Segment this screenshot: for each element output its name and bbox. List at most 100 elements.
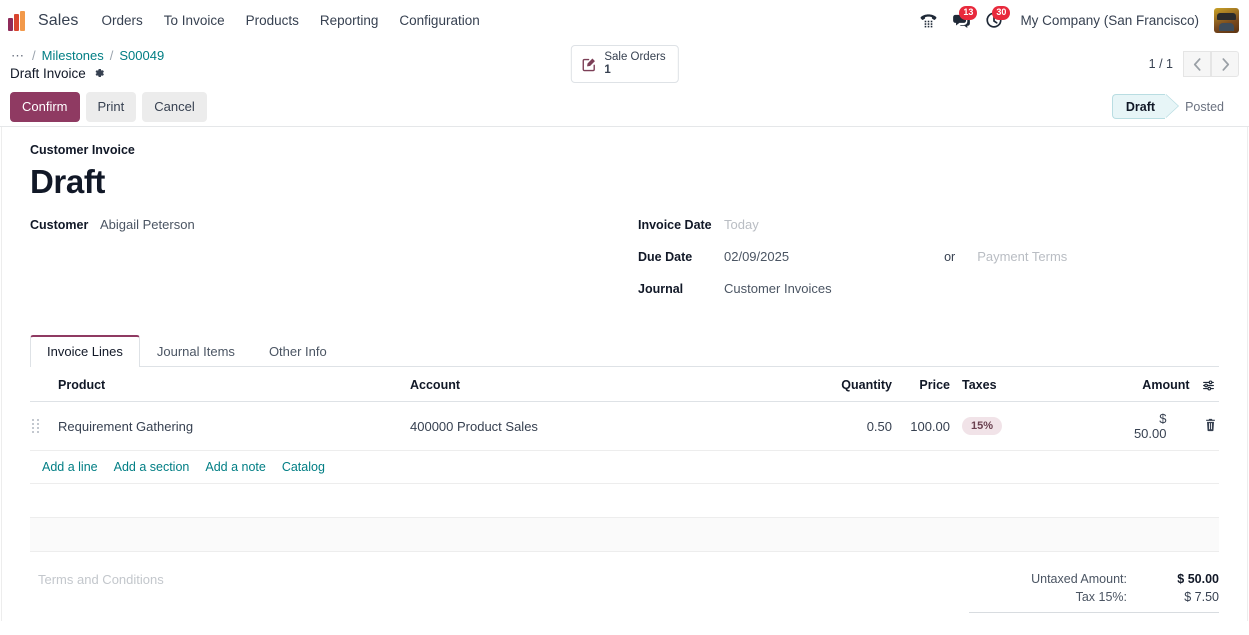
- stat-button-label: Sale Orders: [604, 51, 666, 63]
- field-value-payment-terms[interactable]: Payment Terms: [973, 249, 1067, 264]
- field-or-separator: or: [944, 250, 956, 264]
- empty-row: [30, 483, 1219, 518]
- tab-other-info[interactable]: Other Info: [252, 335, 344, 367]
- navbar-systray: 13 30 My Company (San Francisco): [913, 5, 1239, 36]
- field-label-due-date: Due Date: [638, 250, 693, 264]
- totals-value-untaxed: $ 50.00: [1177, 572, 1219, 586]
- field-invoice-date: Invoice Date Today: [638, 217, 1219, 249]
- menu-item-to-invoice[interactable]: To Invoice: [155, 8, 234, 33]
- gear-icon[interactable]: [93, 67, 105, 81]
- field-label-invoice-date: Invoice Date: [638, 218, 712, 232]
- stat-buttons: Sale Orders 1: [570, 45, 679, 84]
- field-value-invoice-date[interactable]: Today: [720, 217, 759, 232]
- field-customer: Customer Abigail Peterson: [30, 217, 630, 249]
- breadcrumb-separator: /: [109, 48, 114, 63]
- status-step-draft[interactable]: Draft: [1111, 94, 1180, 119]
- form-sheet-wrapper: Customer Invoice Draft Customer Abigail …: [0, 127, 1249, 621]
- column-header-product[interactable]: Product: [54, 367, 406, 402]
- tab-invoice-lines[interactable]: Invoice Lines: [30, 335, 140, 367]
- confirm-button[interactable]: Confirm: [10, 91, 80, 122]
- menu-item-reporting[interactable]: Reporting: [311, 8, 388, 33]
- status-bar: Draft Posted: [1111, 94, 1237, 119]
- odoo-bars-logo[interactable]: [8, 10, 30, 31]
- totals-value-total: $ 57.50: [1137, 620, 1219, 621]
- trash-icon[interactable]: [1170, 401, 1219, 451]
- totals-row-untaxed: Untaxed Amount: $ 50.00: [969, 570, 1219, 588]
- field-journal: Journal Customer Invoices: [638, 281, 1219, 313]
- add-a-note-button[interactable]: Add a note: [205, 460, 265, 474]
- totals-label-tax: Tax 15%:: [1075, 590, 1127, 604]
- menu-item-configuration[interactable]: Configuration: [390, 8, 488, 33]
- activities-clock-icon[interactable]: 30: [979, 5, 1011, 36]
- column-header-amount: Amount: [1122, 367, 1219, 402]
- pager-previous-button[interactable]: [1183, 51, 1211, 77]
- cell-amount: $ 50.00: [1122, 401, 1171, 451]
- breadcrumb: ⋯ / Milestones / S00049 Draft Invoice: [10, 47, 164, 83]
- sliders-toggle-icon[interactable]: [1202, 379, 1215, 392]
- add-line-cell: Add a line Add a section Add a note Cata…: [30, 450, 1219, 484]
- terms-and-conditions-input[interactable]: Terms and Conditions: [30, 570, 969, 621]
- totals-row-tax: Tax 15%: $ 7.50: [969, 588, 1219, 606]
- column-header-account[interactable]: Account: [406, 367, 804, 402]
- notebook: Invoice Lines Journal Items Other Info P…: [30, 335, 1219, 552]
- column-header-handle: [30, 367, 54, 402]
- menu-item-orders[interactable]: Orders: [93, 8, 152, 33]
- pager: 1 / 1: [1149, 51, 1239, 77]
- control-panel: ⋯ / Milestones / S00049 Draft Invoice Sa…: [0, 41, 1249, 127]
- table-row[interactable]: Requirement Gathering 400000 Product Sal…: [30, 401, 1219, 451]
- catalog-button[interactable]: Catalog: [282, 460, 325, 474]
- column-header-price[interactable]: Price: [896, 367, 954, 402]
- field-value-customer[interactable]: Abigail Peterson: [96, 217, 195, 232]
- field-value-due-date[interactable]: 02/09/2025: [720, 249, 789, 264]
- messages-badge: 13: [959, 5, 978, 20]
- cell-taxes[interactable]: 15%: [954, 401, 1122, 451]
- top-navbar: Sales Orders To Invoice Products Reporti…: [0, 0, 1249, 41]
- avatar[interactable]: [1214, 8, 1239, 33]
- totals-label-untaxed: Untaxed Amount:: [1031, 572, 1127, 586]
- page-title: Draft Invoice: [10, 66, 86, 81]
- field-due-date: Due Date 02/09/2025 or Payment Terms: [638, 249, 1219, 281]
- breadcrumb-item-s00049[interactable]: S00049: [119, 47, 164, 64]
- activities-badge: 30: [992, 5, 1011, 20]
- add-a-line-button[interactable]: Add a line: [42, 460, 98, 474]
- print-button[interactable]: Print: [85, 91, 137, 122]
- totals-row-total: Total: $ 57.50: [969, 612, 1219, 621]
- form-fields: Customer Abigail Peterson Invoice Date T…: [30, 215, 1219, 313]
- column-header-quantity[interactable]: Quantity: [804, 367, 896, 402]
- stat-button-sale-orders[interactable]: Sale Orders 1: [570, 45, 679, 84]
- app-name[interactable]: Sales: [38, 12, 79, 30]
- cancel-button[interactable]: Cancel: [142, 91, 207, 122]
- control-panel-top-row: ⋯ / Milestones / S00049 Draft Invoice Sa…: [10, 41, 1239, 87]
- breadcrumb-item-milestones[interactable]: Milestones: [42, 47, 104, 64]
- column-header-amount-label: Amount: [1142, 378, 1190, 392]
- document-title: Draft: [30, 163, 106, 200]
- totals-value-tax: $ 7.50: [1184, 590, 1219, 604]
- menu-item-products[interactable]: Products: [237, 8, 308, 33]
- cell-account[interactable]: 400000 Product Sales: [406, 401, 804, 451]
- breadcrumb-separator: /: [32, 48, 36, 63]
- field-label-journal: Journal: [638, 282, 684, 296]
- cell-product[interactable]: Requirement Gathering: [54, 401, 406, 451]
- breadcrumb-overflow-icon[interactable]: ⋯: [10, 47, 26, 64]
- field-value-journal[interactable]: Customer Invoices: [720, 281, 832, 296]
- phone-dialpad-icon[interactable]: [913, 6, 943, 36]
- main-menu: Orders To Invoice Products Reporting Con…: [93, 8, 489, 33]
- add-a-section-button[interactable]: Add a section: [114, 460, 190, 474]
- company-switcher[interactable]: My Company (San Francisco): [1012, 8, 1207, 33]
- drag-handle-icon[interactable]: [30, 401, 54, 451]
- tax-badge: 15%: [962, 417, 1003, 435]
- cell-quantity[interactable]: 0.50: [804, 401, 896, 451]
- form-sheet: Customer Invoice Draft Customer Abigail …: [1, 127, 1248, 621]
- pager-next-button[interactable]: [1211, 51, 1239, 77]
- invoice-lines-header: Product Account Quantity Price Taxes Amo…: [30, 367, 1219, 402]
- column-header-taxes[interactable]: Taxes: [954, 367, 1122, 402]
- empty-row: [30, 517, 1219, 552]
- messages-icon[interactable]: 13: [946, 5, 978, 36]
- add-line-row: Add a line Add a section Add a note Cata…: [30, 450, 1219, 484]
- document-type-label: Customer Invoice: [30, 143, 135, 157]
- cell-price[interactable]: 100.00: [896, 401, 954, 451]
- sheet-footer: Terms and Conditions Untaxed Amount: $ 5…: [30, 552, 1219, 621]
- form-column-right: Invoice Date Today Due Date 02/09/2025 o…: [630, 215, 1219, 313]
- invoice-lines-body: Requirement Gathering 400000 Product Sal…: [30, 401, 1219, 552]
- tab-journal-items[interactable]: Journal Items: [140, 335, 252, 367]
